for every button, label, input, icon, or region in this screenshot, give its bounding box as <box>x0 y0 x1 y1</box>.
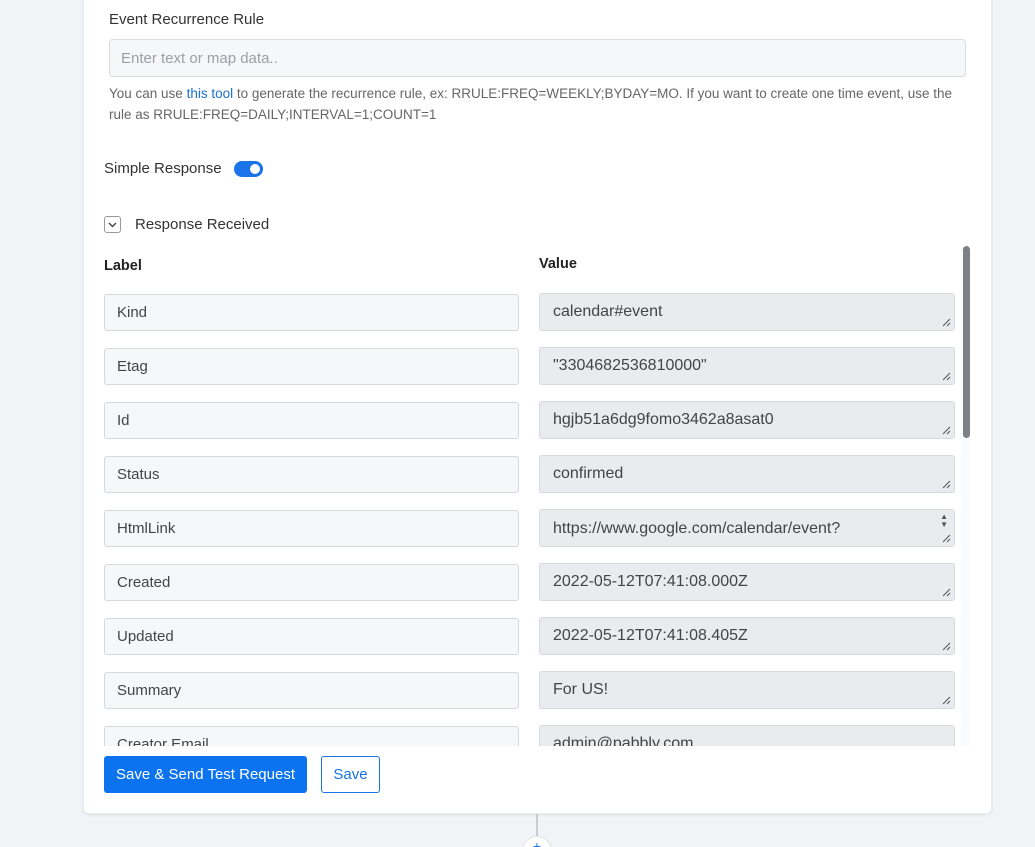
save-send-test-button[interactable]: Save & Send Test Request <box>104 756 307 793</box>
recurrence-tool-link[interactable]: this tool <box>187 86 234 101</box>
help-suffix: to generate the recurrence rule, ex: RRU… <box>109 86 953 122</box>
row-label-field[interactable]: Creator Email <box>104 726 519 746</box>
row-label-field[interactable]: HtmlLink <box>104 510 519 547</box>
row-value-field[interactable]: hgjb51a6dg9fomo3462a8asat0 <box>539 401 955 439</box>
row-value-text: admin@pabbly.com <box>553 735 694 746</box>
scrollbar-thumb[interactable] <box>963 246 970 438</box>
row-label-field[interactable]: Updated <box>104 618 519 655</box>
simple-response-label: Simple Response <box>104 160 222 177</box>
response-list: Kind calendar#event Etag "33046825368100… <box>100 290 970 746</box>
help-prefix: You can use <box>109 86 187 101</box>
save-button[interactable]: Save <box>321 756 380 793</box>
resize-grip-icon[interactable] <box>942 318 951 327</box>
response-row: Id hgjb51a6dg9fomo3462a8asat0 <box>100 398 960 439</box>
row-value-field[interactable]: "3304682536810000" <box>539 347 955 385</box>
row-value-field[interactable]: 2022-05-12T07:41:08.405Z <box>539 617 955 655</box>
response-row: Etag "3304682536810000" <box>100 344 960 385</box>
recurrence-rule-label: Event Recurrence Rule <box>109 11 265 28</box>
spinner-icon[interactable]: ▲ ▼ <box>940 513 948 529</box>
row-label-field[interactable]: Status <box>104 456 519 493</box>
label-column-header: Label <box>104 258 142 274</box>
resize-grip-icon[interactable] <box>942 534 951 543</box>
row-value-field[interactable]: calendar#event <box>539 293 955 331</box>
resize-grip-icon[interactable] <box>942 642 951 651</box>
row-label-field[interactable]: Created <box>104 564 519 601</box>
row-value-field[interactable]: 2022-05-12T07:41:08.000Z <box>539 563 955 601</box>
response-row: HtmlLink https://www.google.com/calendar… <box>100 506 960 547</box>
resize-grip-icon[interactable] <box>942 426 951 435</box>
add-step-button[interactable]: + <box>522 836 552 847</box>
simple-response-toggle[interactable] <box>233 160 263 177</box>
value-column-header: Value <box>539 256 577 272</box>
plus-icon: + <box>532 838 542 847</box>
row-label-field[interactable]: Etag <box>104 348 519 385</box>
recurrence-help-text: You can use this tool to generate the re… <box>109 83 959 125</box>
recurrence-rule-input[interactable] <box>109 39 966 77</box>
response-received-row: Response Received <box>104 216 269 233</box>
row-value-field[interactable]: https://www.google.com/calendar/event? ▲ ▼ <box>539 509 955 547</box>
toggle-knob <box>249 163 260 174</box>
response-row: Status confirmed <box>100 452 960 493</box>
row-label-field[interactable]: Summary <box>104 672 519 709</box>
row-value-field[interactable]: For US! <box>539 671 955 709</box>
row-value-text: For US! <box>553 681 609 698</box>
row-value-text: https://www.google.com/calendar/event? <box>553 520 841 537</box>
row-label-field[interactable]: Kind <box>104 294 519 331</box>
row-value-text: calendar#event <box>553 303 663 320</box>
row-value-text: "3304682536810000" <box>553 357 707 374</box>
row-value-field[interactable]: confirmed <box>539 455 955 493</box>
response-row: Updated 2022-05-12T07:41:08.405Z <box>100 614 960 655</box>
row-label-field[interactable]: Id <box>104 402 519 439</box>
row-value-text: hgjb51a6dg9fomo3462a8asat0 <box>553 411 774 428</box>
resize-grip-icon[interactable] <box>942 480 951 489</box>
simple-response-row: Simple Response <box>104 160 263 177</box>
response-received-label: Response Received <box>135 216 270 233</box>
resize-grip-icon[interactable] <box>942 696 951 705</box>
resize-grip-icon[interactable] <box>942 588 951 597</box>
row-value-text: 2022-05-12T07:41:08.405Z <box>553 627 748 644</box>
response-row: Summary For US! <box>100 668 960 709</box>
chevron-down-icon <box>108 222 117 227</box>
row-value-text: 2022-05-12T07:41:08.000Z <box>553 573 748 590</box>
response-row: Created 2022-05-12T07:41:08.000Z <box>100 560 960 601</box>
resize-grip-icon[interactable] <box>942 372 951 381</box>
response-row: Creator Email admin@pabbly.com <box>100 722 960 746</box>
response-row: Kind calendar#event <box>100 290 960 331</box>
row-value-field[interactable]: admin@pabbly.com <box>539 725 955 746</box>
response-collapse-button[interactable] <box>104 216 121 233</box>
row-value-text: confirmed <box>553 465 624 482</box>
